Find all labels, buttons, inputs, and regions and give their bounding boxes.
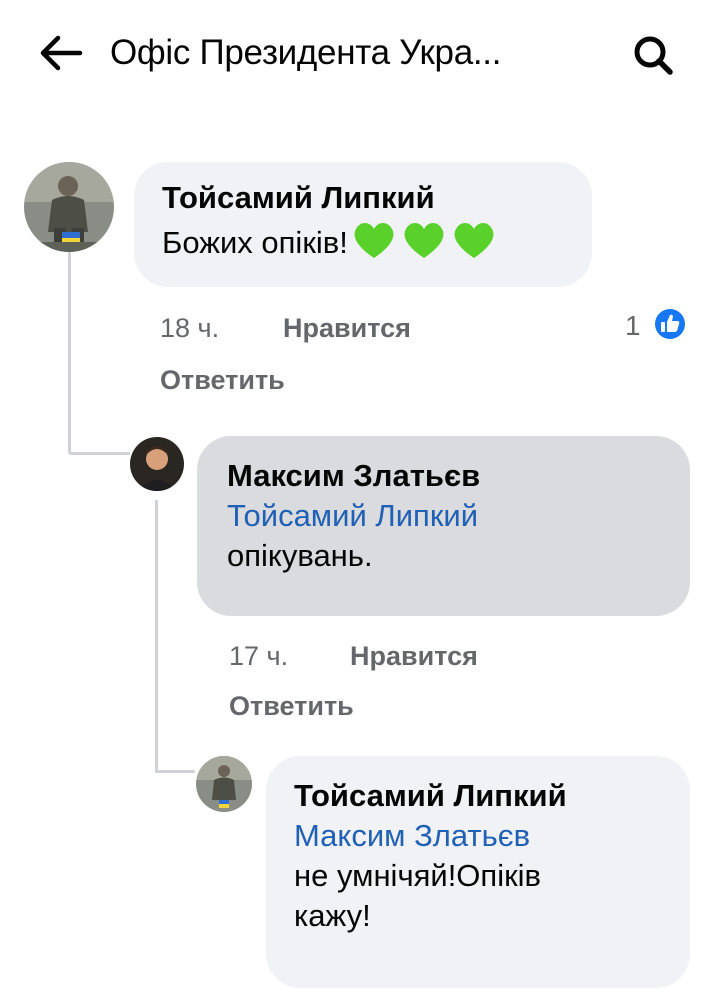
- comment-author[interactable]: Максим Златьєв: [227, 456, 660, 496]
- back-button[interactable]: [36, 30, 86, 76]
- thread-line-branch: [68, 452, 130, 455]
- comment-time: 17 ч.: [229, 641, 289, 671]
- comment-text: опікувань.: [227, 538, 373, 573]
- comment-bubble[interactable]: Тойсамий Липкий Максим Златьєв не умнічя…: [266, 756, 690, 988]
- comment-author[interactable]: Тойсамий Липкий: [162, 178, 564, 218]
- page-title: Офіс Президента Укра...: [110, 33, 502, 72]
- comment-text-line: не умнічяй!Опіків: [294, 858, 542, 893]
- thread-line: [155, 500, 158, 770]
- avatar[interactable]: [130, 437, 184, 491]
- search-button[interactable]: [628, 30, 678, 80]
- avatar[interactable]: [24, 162, 114, 252]
- comment-author[interactable]: Тойсамий Липкий: [294, 776, 662, 816]
- thread-line: [68, 252, 71, 452]
- comment-bubble[interactable]: Максим Златьєв Тойсамий Липкий опікувань…: [197, 436, 690, 616]
- comment-text-body: Божих опіків!: [162, 225, 348, 261]
- green-heart-emoji: [350, 218, 498, 272]
- comment-bubble[interactable]: Тойсамий Липкий Божих опіків!: [134, 162, 592, 287]
- search-icon: [634, 36, 673, 75]
- reaction-count[interactable]: 1: [625, 308, 641, 344]
- avatar[interactable]: [196, 756, 252, 812]
- comment-text: Божих опіків!: [162, 218, 564, 272]
- like-button[interactable]: Нравится: [350, 638, 478, 674]
- like-badge-icon[interactable]: [652, 306, 688, 342]
- mention-link[interactable]: Тойсамий Липкий: [227, 496, 660, 536]
- arrow-left-icon: [40, 35, 83, 71]
- comment-text-line: кажу!: [294, 898, 371, 933]
- like-button[interactable]: Нравится: [283, 310, 411, 346]
- comment-time: 18 ч.: [160, 313, 220, 343]
- reply-button[interactable]: Ответить: [229, 688, 354, 724]
- mention-link[interactable]: Максим Златьєв: [294, 816, 662, 856]
- reply-button[interactable]: Ответить: [160, 362, 285, 398]
- thread-line-branch: [155, 770, 195, 773]
